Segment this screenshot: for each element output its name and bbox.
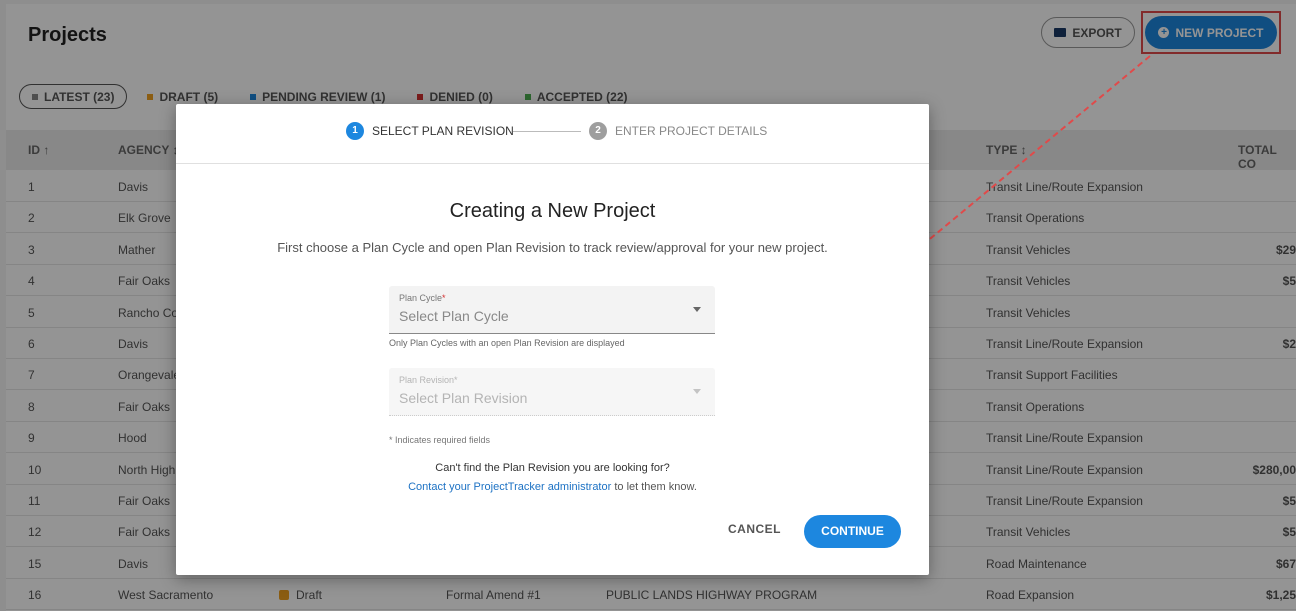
- step-enter-project-details: 2 ENTER PROJECT DETAILS: [589, 122, 767, 140]
- stepper: 1 SELECT PLAN REVISION 2 ENTER PROJECT D…: [176, 104, 929, 164]
- step-label: SELECT PLAN REVISION: [372, 124, 514, 138]
- plan-revision-label: Plan Revision*: [399, 375, 458, 385]
- contact-admin-link[interactable]: Contact your ProjectTracker administrato…: [408, 481, 611, 493]
- plan-cycle-label: Plan Cycle*: [399, 293, 446, 303]
- step-connector: [513, 131, 581, 132]
- required-fields-note: * Indicates required fields: [389, 435, 491, 445]
- help-question: Can't find the Plan Revision you are loo…: [435, 462, 670, 474]
- new-project-dialog: 1 SELECT PLAN REVISION 2 ENTER PROJECT D…: [176, 104, 929, 575]
- cancel-button[interactable]: CANCEL: [728, 522, 781, 536]
- plan-cycle-select[interactable]: Plan Cycle* Select Plan Cycle: [389, 286, 715, 334]
- step-label: ENTER PROJECT DETAILS: [615, 124, 768, 138]
- dialog-title: Creating a New Project: [449, 200, 656, 222]
- step-number: 2: [589, 122, 607, 140]
- plan-revision-select: Plan Revision* Select Plan Revision: [389, 368, 715, 416]
- help-text: Contact your ProjectTracker administrato…: [408, 481, 697, 493]
- chevron-down-icon: [693, 389, 701, 394]
- chevron-down-icon: [693, 307, 701, 312]
- dialog-description: First choose a Plan Cycle and open Plan …: [277, 240, 828, 255]
- step-select-plan-revision: 1 SELECT PLAN REVISION: [346, 122, 514, 140]
- plan-revision-placeholder: Select Plan Revision: [399, 390, 528, 406]
- continue-button[interactable]: CONTINUE: [804, 515, 901, 548]
- plan-cycle-hint: Only Plan Cycles with an open Plan Revis…: [389, 338, 625, 348]
- plan-cycle-placeholder: Select Plan Cycle: [399, 308, 509, 324]
- step-number: 1: [346, 122, 364, 140]
